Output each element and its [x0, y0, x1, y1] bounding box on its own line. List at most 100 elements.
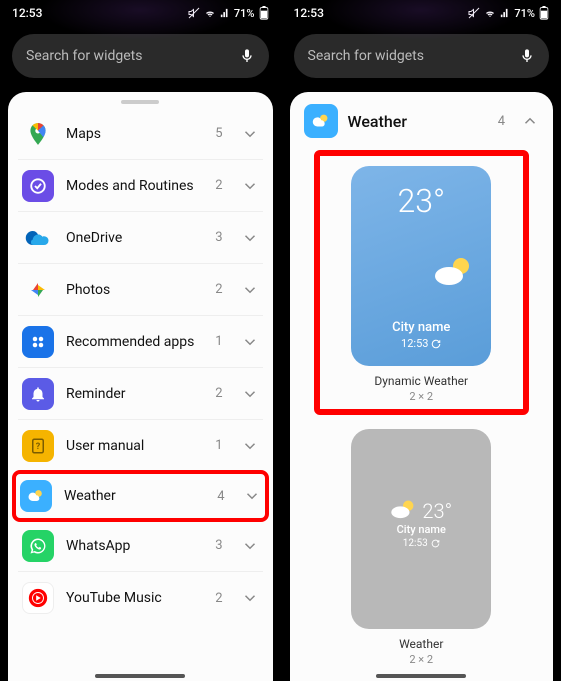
row-label: Weather: [64, 488, 205, 504]
widget-preview: 23° City name 12:53: [351, 166, 491, 366]
row-label: YouTube Music: [66, 590, 203, 606]
widget-name: Dynamic Weather: [324, 374, 519, 388]
sheet-handle[interactable]: [121, 100, 159, 104]
row-count: 4: [217, 489, 224, 504]
status-right: 71%: [468, 6, 549, 20]
reminder-icon: [22, 378, 54, 410]
chevron-down-icon: [241, 281, 259, 299]
status-time: 12:53: [12, 6, 42, 20]
chevron-down-icon: [241, 589, 259, 607]
row-usermanual[interactable]: ? User manual 1: [18, 420, 263, 472]
chevron-up-icon: [521, 112, 539, 130]
chevron-down-icon: [241, 537, 259, 555]
widget-city: City name: [363, 320, 479, 335]
widget-temp: 23°: [363, 182, 479, 220]
row-label: Modes and Routines: [66, 178, 203, 194]
mute-icon: [468, 7, 480, 19]
row-label: WhatsApp: [66, 538, 203, 554]
row-count: 1: [215, 438, 222, 453]
row-count: 3: [215, 230, 222, 245]
maps-icon: [22, 118, 54, 150]
widget-size: 2 × 2: [302, 653, 542, 666]
sheet-count: 4: [498, 114, 505, 129]
widget-weather[interactable]: 23° City name 12:53 Weather 2 × 2: [302, 429, 542, 666]
wifi-icon: [204, 7, 216, 19]
onedrive-icon: [22, 222, 54, 254]
row-weather[interactable]: Weather 4: [12, 470, 269, 522]
chevron-down-icon: [241, 177, 259, 195]
row-count: 5: [215, 126, 222, 141]
recommended-icon: [22, 326, 54, 358]
screen-widget-list: 12:53 71% Search for widgets: [0, 0, 281, 681]
signal-icon: [220, 8, 230, 18]
search-placeholder: Search for widgets: [308, 48, 424, 64]
status-right: 71%: [188, 6, 269, 20]
chevron-down-icon: [241, 229, 259, 247]
chevron-down-icon: [241, 385, 259, 403]
sun-cloud-icon: [390, 499, 416, 519]
row-label: Recommended apps: [66, 334, 203, 350]
battery-icon: [539, 6, 549, 20]
widget-time: 12:53: [363, 337, 479, 350]
status-bar: 12:53 71%: [282, 0, 561, 26]
row-whatsapp[interactable]: WhatsApp 3: [18, 520, 263, 572]
battery-text: 71%: [234, 7, 255, 20]
weather-sheet: Weather 4 23° City name 12:53: [290, 92, 554, 681]
row-count: 2: [215, 282, 222, 297]
refresh-icon: [431, 539, 440, 548]
sheet-title: Weather: [348, 112, 488, 131]
screen-weather-widgets: 12:53 71% Search for widgets: [281, 0, 561, 681]
widget-temp: 23°: [422, 499, 452, 523]
nav-handle[interactable]: [376, 674, 466, 678]
row-label: OneDrive: [66, 230, 203, 246]
chevron-down-icon: [243, 487, 261, 505]
widget-grid: 23° City name 12:53 Dynamic Weather 2 × …: [290, 146, 554, 670]
search-placeholder: Search for widgets: [26, 48, 142, 64]
search-bar[interactable]: Search for widgets: [12, 34, 269, 78]
ytmusic-icon: [22, 582, 54, 614]
sheet-header[interactable]: Weather 4: [290, 92, 554, 146]
row-photos[interactable]: Photos 2: [18, 264, 263, 316]
usermanual-icon: ?: [22, 430, 54, 462]
row-recommended[interactable]: Recommended apps 1: [18, 316, 263, 368]
weather-icon: [304, 104, 338, 138]
mute-icon: [188, 7, 200, 19]
weather-icon: [20, 480, 52, 512]
row-count: 2: [215, 178, 222, 193]
widget-size: 2 × 2: [324, 390, 519, 403]
widget-preview: 23° City name 12:53: [351, 429, 491, 629]
widget-city: City name: [397, 523, 446, 536]
row-reminder[interactable]: Reminder 2: [18, 368, 263, 420]
row-ytmusic[interactable]: YouTube Music 2: [18, 572, 263, 624]
widget-name: Weather: [302, 637, 542, 651]
search-bar[interactable]: Search for widgets: [294, 34, 550, 78]
whatsapp-icon: [22, 530, 54, 562]
row-modes[interactable]: Modes and Routines 2: [18, 160, 263, 212]
row-count: 3: [215, 538, 222, 553]
row-count: 1: [215, 334, 222, 349]
row-onedrive[interactable]: OneDrive 3: [18, 212, 263, 264]
widget-dynamic-weather[interactable]: 23° City name 12:53 Dynamic Weather 2 × …: [314, 150, 529, 415]
sun-cloud-icon: [433, 256, 473, 286]
row-maps[interactable]: Maps 5: [18, 108, 263, 160]
status-time: 12:53: [294, 6, 324, 20]
refresh-icon: [431, 339, 441, 349]
wifi-icon: [484, 7, 496, 19]
widget-time: 12:53: [403, 538, 440, 549]
chevron-down-icon: [241, 437, 259, 455]
chevron-down-icon: [241, 125, 259, 143]
status-bar: 12:53 71%: [0, 0, 281, 26]
signal-icon: [500, 8, 510, 18]
modes-icon: [22, 170, 54, 202]
photos-icon: [22, 274, 54, 306]
row-label: User manual: [66, 438, 203, 454]
row-label: Reminder: [66, 386, 203, 402]
widget-list: Maps 5 Modes and Routines 2 OneDrive 3: [8, 108, 273, 624]
mic-icon[interactable]: [519, 48, 535, 64]
row-count: 2: [215, 386, 222, 401]
row-count: 2: [215, 591, 222, 606]
mic-icon[interactable]: [239, 48, 255, 64]
battery-text: 71%: [514, 7, 535, 20]
nav-handle[interactable]: [95, 674, 185, 678]
widget-list-sheet: Maps 5 Modes and Routines 2 OneDrive 3: [8, 92, 273, 681]
